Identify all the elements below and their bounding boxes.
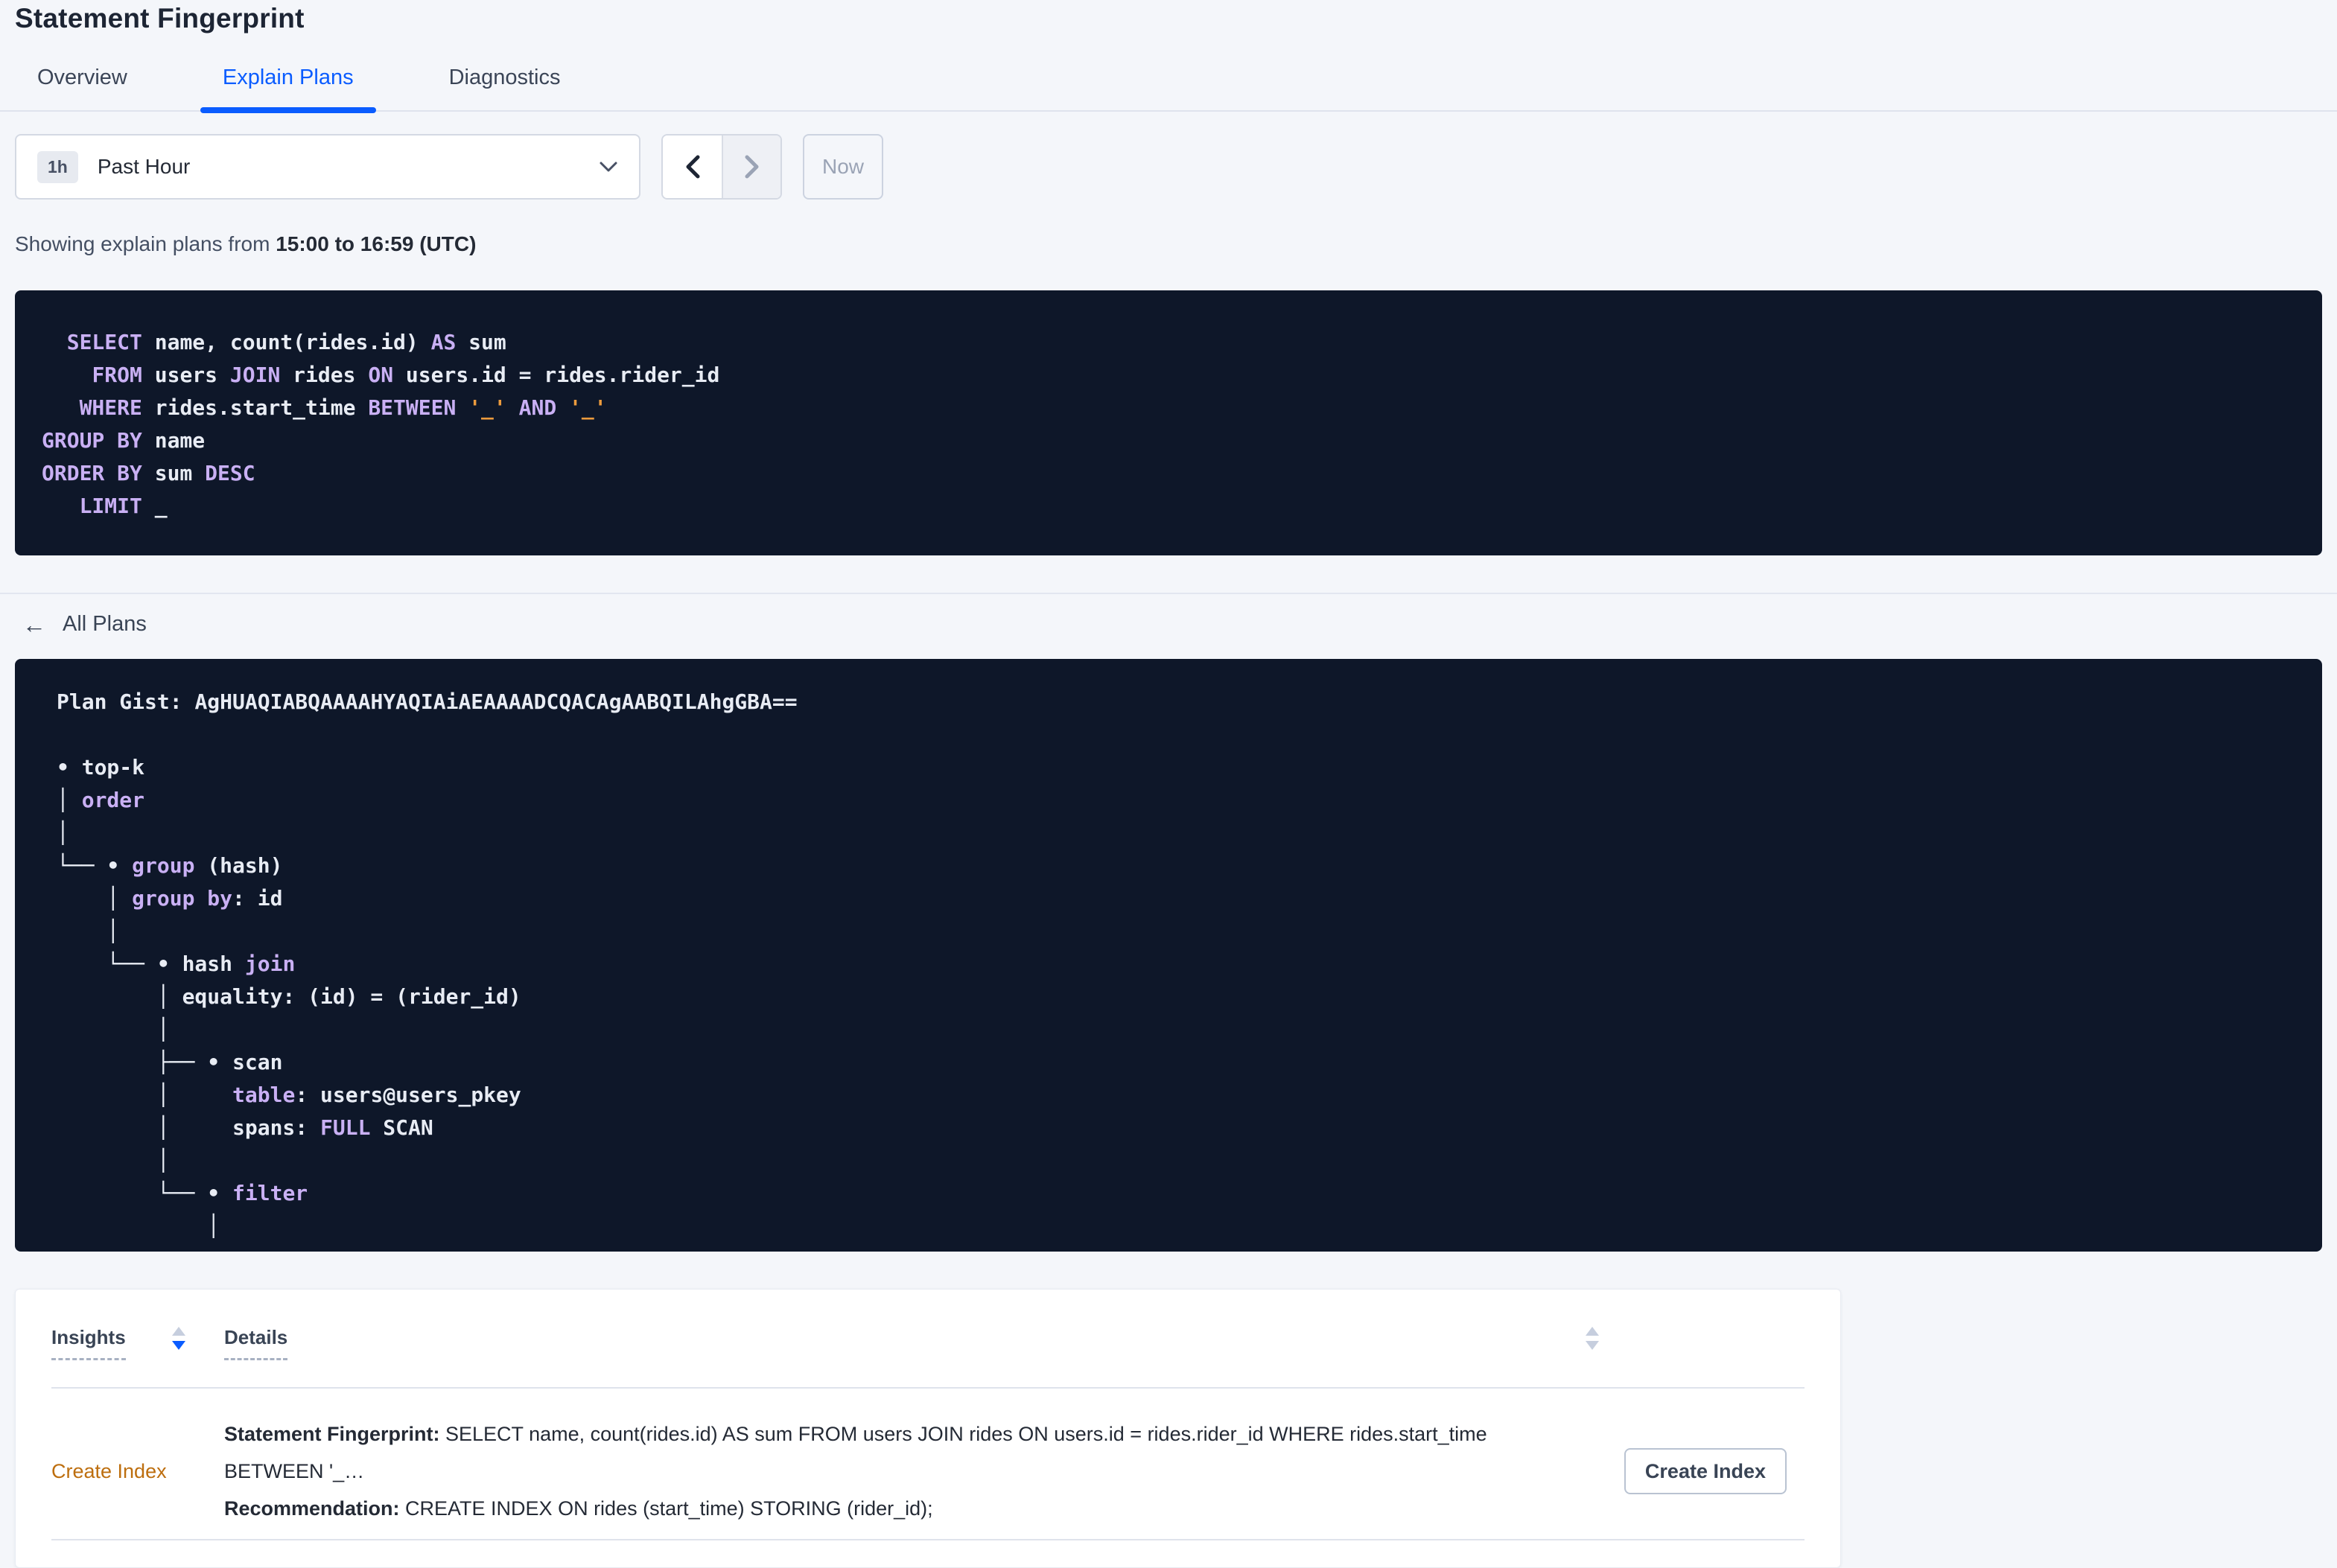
create-index-button[interactable]: Create Index — [1624, 1448, 1787, 1494]
tab-bar: Overview Explain Plans Diagnostics — [0, 66, 2337, 113]
plan-gist-block: Plan Gist: AgHUAQIABQAAAAHYAQIAiAEAAAADC… — [15, 659, 2322, 1252]
column-header-details[interactable]: Details — [224, 1325, 1603, 1360]
chevron-right-icon — [744, 154, 760, 179]
insight-type-cell: Create Index — [51, 1460, 224, 1483]
create-index-link[interactable]: Create Index — [51, 1460, 167, 1482]
sql-statement-code: SELECT name, count(rides.id) AS sum FROM… — [42, 330, 720, 518]
all-plans-link[interactable]: ← All Plans — [22, 612, 147, 637]
sort-down-icon — [171, 1341, 185, 1350]
card-bottom-padding — [16, 1540, 1840, 1567]
plan-gist-value: AgHUAQIABQAAAAHYAQIAiAEAAAADCQACAgAABQIL… — [194, 689, 798, 714]
insights-table-header: Insights Details — [16, 1290, 1840, 1360]
time-interval-select[interactable]: 1h Past Hour — [15, 134, 640, 200]
interval-label: Past Hour — [97, 155, 191, 178]
plan-gist-line: Plan Gist: AgHUAQIABQAAAAHYAQIAiAEAAAADC… — [57, 689, 798, 714]
tab-diagnostics[interactable]: Diagnostics — [427, 66, 583, 110]
section-divider — [0, 593, 2337, 594]
plan-tree: • top-k │ order │ └── • group (hash) │ grou… — [57, 755, 521, 1238]
recommendation-detail: Recommendation: CREATE INDEX ON rides (s… — [224, 1497, 933, 1520]
insight-table-row: Create Index Statement Fingerprint: SELE… — [16, 1389, 1840, 1539]
details-column-label: Details — [224, 1325, 288, 1360]
sql-statement-block: SELECT name, count(rides.id) AS sum FROM… — [15, 290, 2322, 555]
sort-up-icon — [171, 1327, 185, 1336]
time-pager — [661, 134, 782, 200]
sort-down-icon — [1586, 1341, 1599, 1350]
tab-overview[interactable]: Overview — [15, 66, 150, 110]
interval-badge: 1h — [37, 150, 78, 183]
insight-details-cell: Statement Fingerprint: SELECT name, coun… — [224, 1415, 1603, 1527]
sort-up-icon — [1586, 1327, 1599, 1336]
left-arrow-icon: ← — [22, 611, 46, 638]
sort-icon-details[interactable] — [1586, 1327, 1599, 1350]
showing-plans-text: Showing explain plans from 15:00 to 16:5… — [15, 232, 477, 255]
column-header-insights[interactable]: Insights — [51, 1325, 224, 1360]
tab-explain-plans[interactable]: Explain Plans — [200, 66, 376, 113]
statement-fingerprint-page: Statement Fingerprint Overview Explain P… — [0, 0, 2337, 1568]
insights-column-label: Insights — [51, 1325, 126, 1360]
sort-icon-insights[interactable] — [171, 1327, 185, 1350]
prev-time-button[interactable] — [663, 136, 722, 198]
chevron-down-icon — [599, 161, 618, 173]
now-button[interactable]: Now — [803, 134, 883, 200]
chevron-left-icon — [684, 154, 701, 179]
page-title: Statement Fingerprint — [15, 3, 305, 34]
time-toolbar: 1h Past Hour Now — [15, 134, 2322, 200]
insights-card: Insights Details Create Index Statement … — [15, 1289, 1841, 1568]
statement-fingerprint-detail: Statement Fingerprint: SELECT name, coun… — [224, 1423, 1487, 1482]
next-time-button[interactable] — [722, 136, 780, 198]
all-plans-label: All Plans — [63, 612, 147, 636]
insight-action-cell: Create Index — [1603, 1448, 1805, 1494]
time-range-value: 15:00 to 16:59 (UTC) — [276, 232, 477, 255]
